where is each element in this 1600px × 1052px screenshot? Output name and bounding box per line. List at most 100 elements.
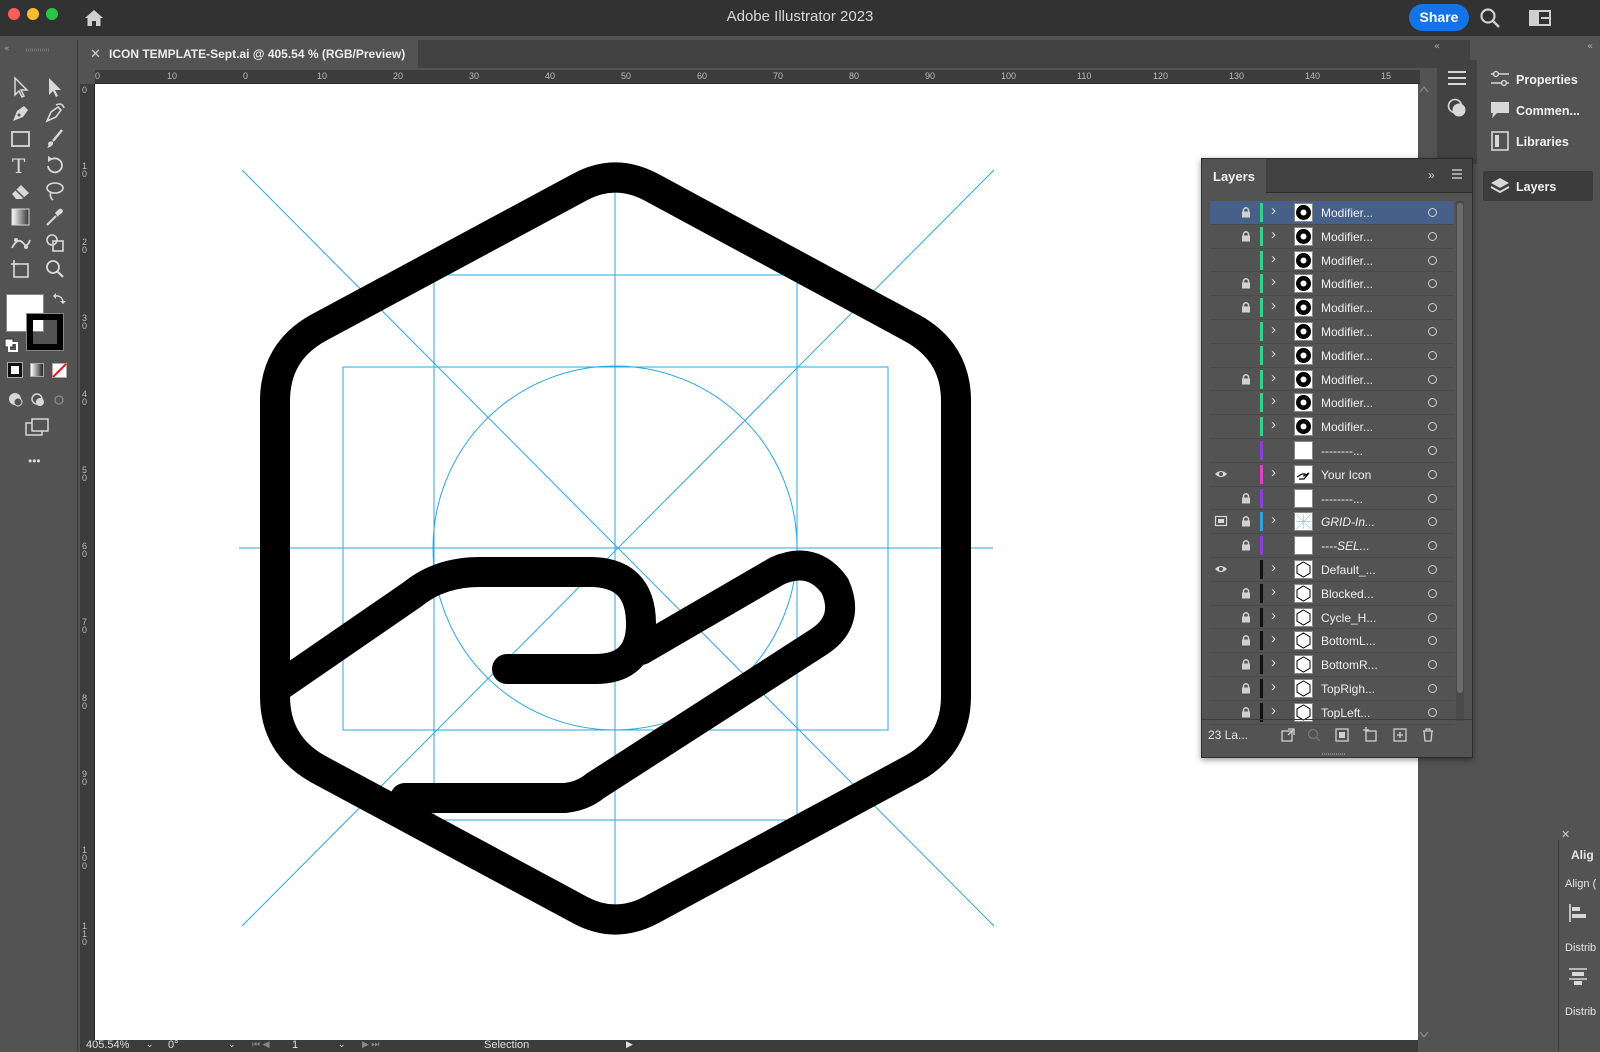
visibility-eye-icon[interactable] <box>1214 301 1228 313</box>
visibility-eye-icon[interactable] <box>1214 587 1228 599</box>
layer-row[interactable]: › Modifier... <box>1210 415 1454 439</box>
visibility-eye-icon[interactable] <box>1214 492 1228 504</box>
visibility-eye-icon[interactable] <box>1214 420 1228 432</box>
layer-row[interactable]: › Your Icon <box>1210 463 1454 487</box>
status-mode-label[interactable]: Selection <box>484 1039 529 1051</box>
toolbar-collapse-icon[interactable]: « <box>0 42 78 54</box>
direct-selection-tool-icon[interactable] <box>42 74 68 100</box>
layer-name[interactable]: TopLeft... <box>1321 706 1370 720</box>
visibility-eye-icon[interactable] <box>1214 349 1228 361</box>
visibility-eye-icon[interactable] <box>1214 634 1228 646</box>
align-close-icon[interactable]: ✕ <box>1561 828 1570 841</box>
lock-icon[interactable] <box>1240 682 1252 694</box>
layers-panel-header[interactable]: Layers » <box>1202 159 1472 193</box>
visibility-eye-icon[interactable] <box>1214 539 1228 551</box>
visibility-eye-icon[interactable] <box>1214 563 1228 575</box>
make-clipping-mask-icon[interactable] <box>1334 727 1350 743</box>
panel-menu-icon[interactable] <box>1445 68 1469 88</box>
default-fill-stroke-icon[interactable] <box>4 338 18 352</box>
visibility-eye-icon[interactable] <box>1214 468 1228 480</box>
status-menu-arrow-icon[interactable]: ▶ <box>626 1039 633 1050</box>
create-layer-icon[interactable] <box>1392 727 1408 743</box>
type-tool-icon[interactable]: T <box>8 152 34 178</box>
layer-name[interactable]: --------... <box>1321 492 1363 506</box>
layer-name[interactable]: Cycle_H... <box>1321 611 1376 625</box>
visibility-eye-icon[interactable] <box>1214 230 1228 242</box>
lock-icon[interactable] <box>1240 563 1252 575</box>
lock-icon[interactable] <box>1240 468 1252 480</box>
lock-icon[interactable] <box>1240 515 1252 527</box>
layer-target-icon[interactable] <box>1428 231 1437 241</box>
layer-name[interactable]: Modifier... <box>1321 301 1373 315</box>
layer-row[interactable]: › Modifier... <box>1210 296 1454 320</box>
align-left-icon[interactable] <box>1567 902 1589 924</box>
layer-name[interactable]: Modifier... <box>1321 277 1373 291</box>
expand-chevron-icon[interactable]: › <box>1271 464 1276 481</box>
expand-chevron-icon[interactable]: › <box>1271 678 1276 695</box>
visibility-eye-icon[interactable] <box>1214 396 1228 408</box>
search-icon[interactable] <box>1478 6 1502 30</box>
layer-row[interactable]: › Blocked... <box>1210 582 1454 606</box>
expand-chevron-icon[interactable]: › <box>1271 345 1276 362</box>
dock-collapse-right-icon[interactable]: « <box>1587 40 1599 50</box>
expand-chevron-icon[interactable]: › <box>1271 702 1276 719</box>
layer-row[interactable]: ----SEL... <box>1210 534 1454 558</box>
layer-name[interactable]: GRID-In... <box>1321 515 1375 529</box>
layer-name[interactable]: Blocked... <box>1321 587 1374 601</box>
layers-panel-menu-icon[interactable] <box>1450 167 1464 181</box>
artboard-tool-icon[interactable] <box>8 256 34 282</box>
expand-chevron-icon[interactable]: › <box>1271 297 1276 314</box>
layer-target-icon[interactable] <box>1428 541 1437 551</box>
lock-icon[interactable] <box>1240 373 1252 385</box>
close-tab-icon[interactable]: ✕ <box>90 46 101 62</box>
align-panel-title[interactable]: Alig <box>1571 848 1594 862</box>
layer-row[interactable]: › BottomL... <box>1210 629 1454 654</box>
visibility-eye-icon[interactable] <box>1214 682 1228 694</box>
layer-target-icon[interactable] <box>1428 493 1437 503</box>
layer-target-icon[interactable] <box>1428 446 1437 455</box>
layer-row[interactable]: › BottomR... <box>1210 653 1454 677</box>
expand-chevron-icon[interactable]: › <box>1271 416 1276 433</box>
layer-target-icon[interactable] <box>1428 517 1437 527</box>
rectangle-tool-icon[interactable] <box>8 126 34 152</box>
eraser-tool-icon[interactable] <box>8 178 34 204</box>
layer-name[interactable]: Your Icon <box>1321 468 1371 482</box>
layer-row[interactable]: › TopRigh... <box>1210 677 1454 701</box>
layer-name[interactable]: Modifier... <box>1321 373 1373 387</box>
lock-icon[interactable] <box>1240 706 1252 718</box>
expand-chevron-icon[interactable]: › <box>1271 607 1276 624</box>
lock-icon[interactable] <box>1240 396 1252 408</box>
visibility-eye-icon[interactable] <box>1214 254 1228 266</box>
layer-row[interactable]: › Modifier... <box>1210 201 1454 225</box>
lock-icon[interactable] <box>1240 349 1252 361</box>
layer-name[interactable]: TopRigh... <box>1321 682 1375 696</box>
rotation-field[interactable]: 0° <box>168 1039 179 1051</box>
first-artboard-icon[interactable]: ⏮ ◀ <box>252 1039 270 1050</box>
layer-target-icon[interactable] <box>1428 707 1437 717</box>
layers-scrollbar[interactable] <box>1456 201 1464 721</box>
document-tab[interactable]: ✕ ICON TEMPLATE-Sept.ai @ 405.54 % (RGB/… <box>82 40 418 68</box>
expand-chevron-icon[interactable]: › <box>1271 250 1276 267</box>
layer-row[interactable]: --------... <box>1210 487 1454 511</box>
layer-row[interactable]: › Modifier... <box>1210 320 1454 344</box>
layer-target-icon[interactable] <box>1428 422 1437 432</box>
layer-name[interactable]: Modifier... <box>1321 254 1373 268</box>
layers-scrollbar-thumb[interactable] <box>1457 203 1463 693</box>
layer-target-icon[interactable] <box>1428 398 1437 408</box>
more-tools-icon[interactable]: ••• <box>28 454 41 468</box>
visibility-eye-icon[interactable] <box>1214 325 1228 337</box>
layer-row[interactable]: › Modifier... <box>1210 225 1454 249</box>
vertical-ruler[interactable]: 0 10 20 30 40 50 60 70 80 90 100 110 <box>80 84 95 1040</box>
puppet-warp-tool-icon[interactable] <box>8 230 34 256</box>
lock-icon[interactable] <box>1240 539 1252 551</box>
layer-target-icon[interactable] <box>1428 612 1437 622</box>
layer-name[interactable]: Modifier... <box>1321 396 1373 410</box>
dock-collapse-left-icon[interactable]: « <box>1434 40 1446 50</box>
layer-row[interactable]: › GRID-In... <box>1210 510 1454 535</box>
gradient-mode-button[interactable] <box>30 363 44 377</box>
layer-row[interactable]: › Modifier... <box>1210 391 1454 416</box>
dock-item-layers[interactable]: Layers <box>1483 171 1593 201</box>
artboard-dropdown-icon[interactable]: ⌄ <box>338 1039 346 1050</box>
lock-icon[interactable] <box>1240 277 1252 289</box>
lock-icon[interactable] <box>1240 420 1252 432</box>
